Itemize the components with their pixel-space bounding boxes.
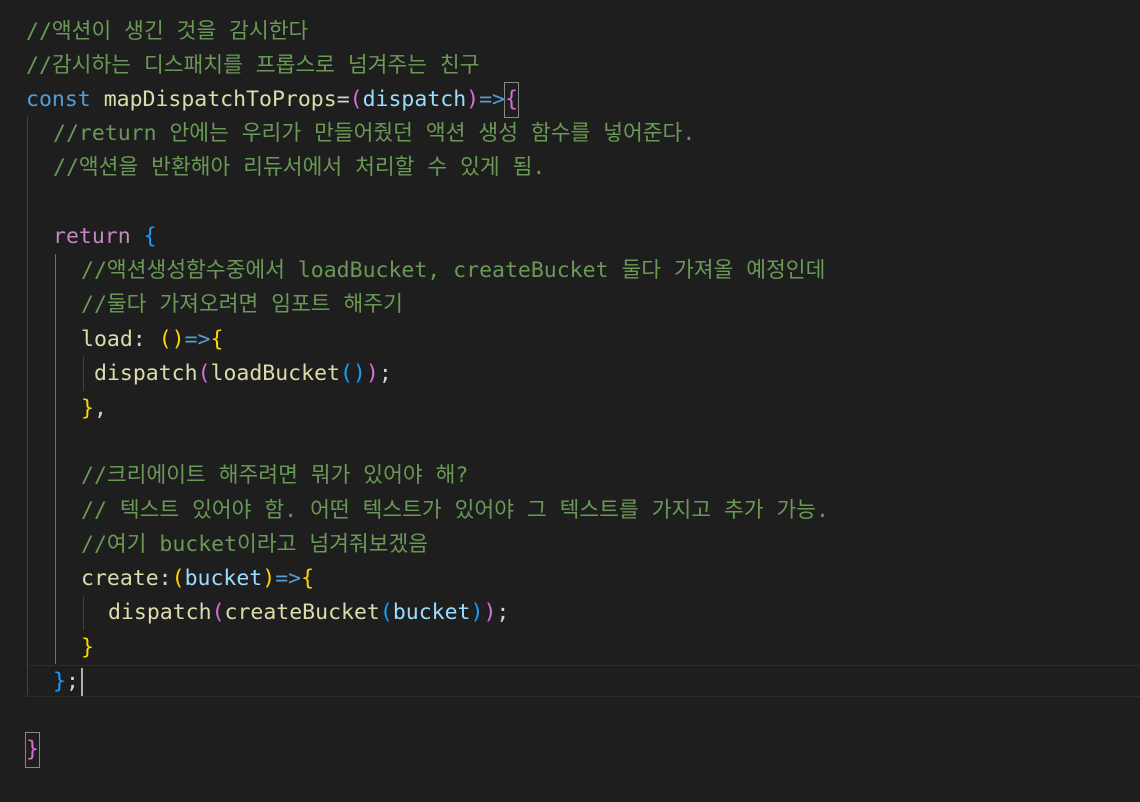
function-call: dispatch [108, 600, 212, 625]
code-line: // 텍스트 있어야 함. 어떤 텍스트가 있어야 그 텍스트를 가지고 추가 … [0, 494, 1140, 528]
code-line: //여기 bucket이라고 넘겨줘보겠음 [0, 528, 1140, 562]
comment: //여기 bucket이라고 넘겨줘보겠음 [81, 532, 429, 557]
comment: //액션이 생긴 것을 감시한다 [26, 19, 309, 44]
semicolon: ; [65, 669, 79, 694]
colon: : [158, 566, 172, 591]
code-line: //액션을 반환해아 리듀서에서 처리할 수 있게 됨. [0, 151, 1140, 185]
code-line: //크리에이트 해주려면 뭐가 있어야 해? [0, 459, 1140, 493]
function-call: dispatch [94, 361, 198, 386]
code-line: return { [0, 220, 1140, 254]
argument: bucket [392, 600, 471, 625]
comment: //둘다 가져오려면 임포트 해주기 [81, 292, 403, 317]
code-line: load: ()=>{ [0, 323, 1140, 357]
bracket-matched: { [504, 82, 519, 118]
comment: //크리에이트 해주려면 뭐가 있어야 해? [81, 463, 469, 488]
bracket: ( [197, 361, 211, 386]
bracket: ( [349, 87, 363, 112]
comment: //액션을 반환해아 리듀서에서 처리할 수 있게 됨. [53, 155, 546, 180]
operator: = [336, 87, 350, 112]
bracket: () [158, 327, 185, 352]
bracket: } [53, 669, 66, 694]
parameter: dispatch [362, 87, 467, 112]
property-name: create [81, 566, 159, 591]
semicolon: ; [496, 600, 510, 625]
bracket: } [81, 635, 94, 660]
code-editor[interactable]: //액션이 생긴 것을 감시한다 //감시하는 디스패치를 프롭스로 넘겨주는 … [0, 0, 1140, 802]
comment: //감시하는 디스패치를 프롭스로 넘겨주는 친구 [26, 53, 480, 78]
bracket: ) [365, 361, 379, 386]
property-name: load [81, 327, 133, 352]
bracket: ) [470, 600, 484, 625]
function-call: loadBucket [210, 361, 340, 386]
bracket: } [81, 396, 94, 421]
code-line: //return 안에는 우리가 만들어줬던 액션 생성 함수를 넣어준다. [0, 117, 1140, 151]
function-name: mapDispatchToProps [103, 87, 337, 112]
bracket-matched: } [25, 732, 40, 768]
bracket: { [210, 327, 224, 352]
comment: //return 안에는 우리가 만들어줬던 액션 생성 함수를 넣어준다. [53, 121, 696, 146]
code-line: dispatch(loadBucket()); [0, 357, 1140, 391]
colon: : [132, 327, 146, 352]
keyword-const: const [26, 87, 91, 112]
comment: // 텍스트 있어야 함. 어떤 텍스트가 있어야 그 텍스트를 가지고 추가 … [81, 498, 830, 523]
code-line: const mapDispatchToProps=(dispatch)=>{ [0, 82, 1140, 118]
code-line: //액션생성함수중에서 loadBucket, createBucket 둘다 … [0, 254, 1140, 288]
comma: , [93, 396, 107, 421]
arrow-operator: => [275, 566, 302, 591]
code-line: }, [0, 392, 1140, 426]
keyword-return: return [53, 224, 131, 249]
bracket: ) [466, 87, 480, 112]
semicolon: ; [378, 361, 392, 386]
code-line: //둘다 가져오려면 임포트 해주기 [0, 288, 1140, 322]
code-line: dispatch(createBucket(bucket)); [0, 596, 1140, 630]
comment: //액션생성함수중에서 loadBucket, createBucket 둘다 … [81, 258, 826, 283]
code-line: } [0, 732, 1140, 768]
arrow-operator: => [479, 87, 505, 112]
bracket: ( [211, 600, 225, 625]
arrow-operator: => [184, 327, 211, 352]
code-line: }; [0, 665, 1140, 699]
bracket: ) [483, 600, 497, 625]
parameter: bucket [184, 566, 263, 591]
code-line: //액션이 생긴 것을 감시한다 [0, 15, 1140, 49]
bracket: { [301, 566, 315, 591]
code-line: create:(bucket)=>{ [0, 562, 1140, 596]
code-line: } [0, 631, 1140, 665]
bracket: () [339, 361, 366, 386]
text-cursor [81, 668, 83, 696]
bracket: ) [262, 566, 276, 591]
bracket: ( [379, 600, 393, 625]
bracket: ( [171, 566, 185, 591]
code-line: //감시하는 디스패치를 프롭스로 넘겨주는 친구 [0, 49, 1140, 83]
bracket: { [143, 224, 157, 249]
function-call: createBucket [224, 600, 380, 625]
